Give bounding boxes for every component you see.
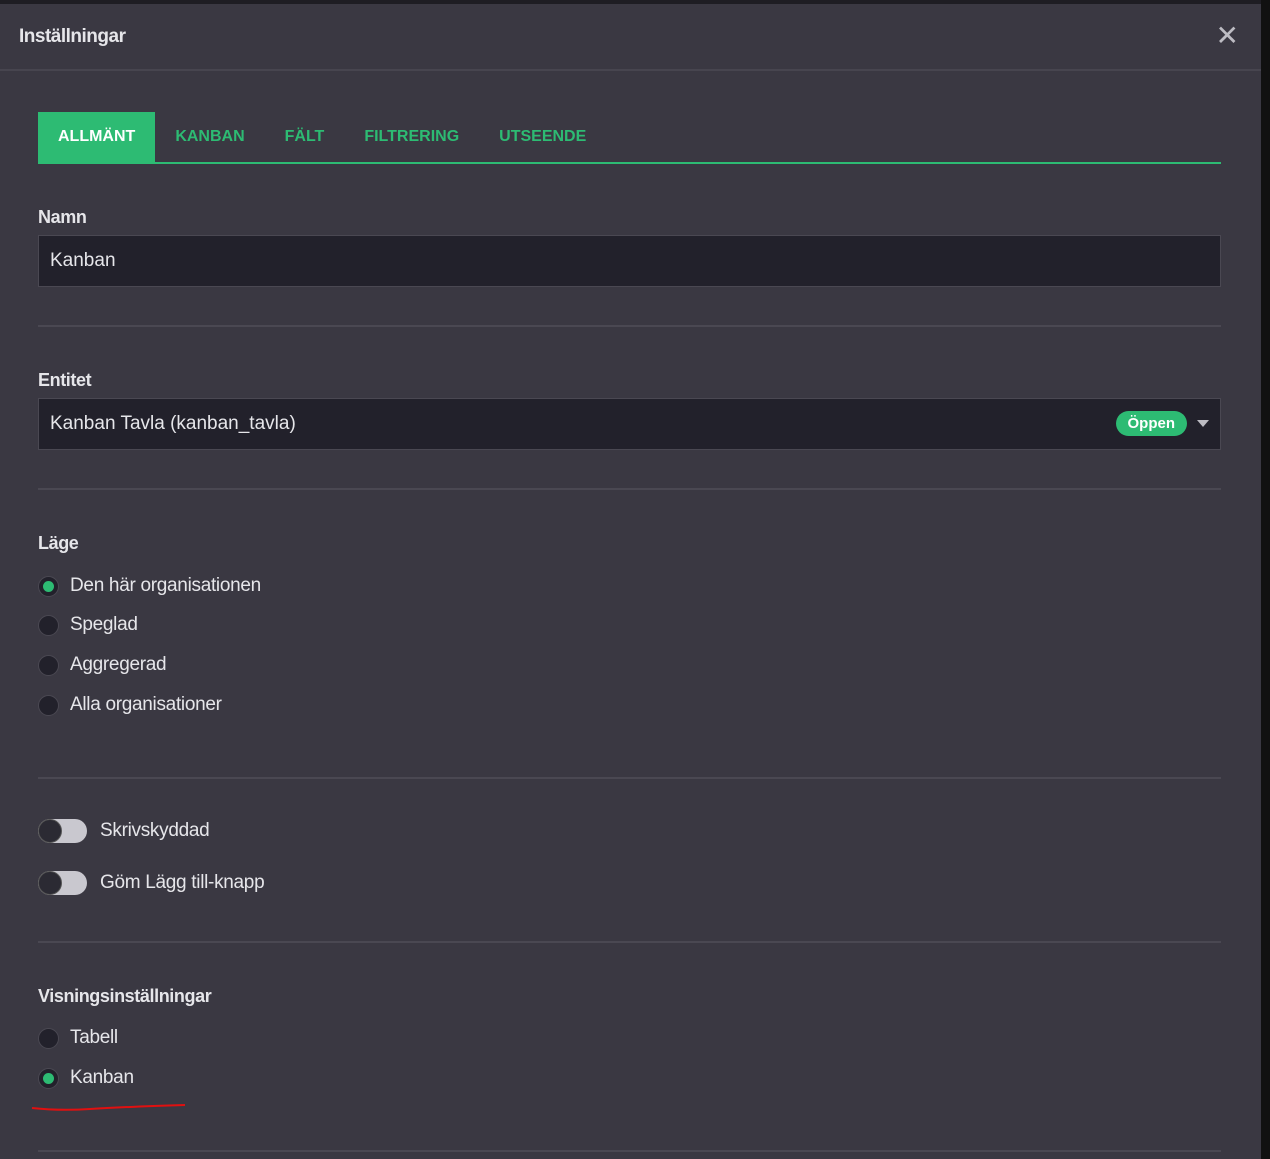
name-input[interactable]: Kanban xyxy=(38,235,1221,287)
dialog-title: Inställningar xyxy=(19,26,126,47)
display-settings-label: Visningsinställningar xyxy=(38,986,212,1006)
radio-tabell[interactable]: Tabell xyxy=(38,1027,118,1049)
dialog-header: Inställningar ✕ xyxy=(0,4,1261,71)
radio-label: Kanban xyxy=(70,1067,134,1088)
radio-label: Alla organisationer xyxy=(70,694,222,715)
radio-kanban[interactable]: Kanban xyxy=(38,1067,134,1089)
tab-utseende[interactable]: UTSEENDE xyxy=(479,112,606,162)
tab-allmant[interactable]: ALLMÄNT xyxy=(38,112,156,162)
entity-label: Entitet xyxy=(38,370,92,390)
divider xyxy=(38,777,1221,779)
window-edge xyxy=(1261,0,1270,1159)
status-badge: Öppen xyxy=(1115,411,1187,436)
divider xyxy=(38,325,1221,327)
radio-den-har-organisationen[interactable]: Den här organisationen xyxy=(38,575,261,597)
tab-bar: ALLMÄNT KANBAN FÄLT FILTRERING UTSEENDE xyxy=(38,112,1221,164)
entity-select[interactable]: Kanban Tavla (kanban_tavla) Öppen xyxy=(38,398,1221,450)
toggle-gom-lagg-till-knapp[interactable]: Göm Lägg till-knapp xyxy=(38,871,265,895)
radio-label: Aggregerad xyxy=(70,654,167,675)
toggle-switch[interactable] xyxy=(38,871,87,895)
radio-unchecked-icon xyxy=(38,1027,59,1049)
radio-checked-icon xyxy=(38,575,59,597)
name-label: Namn xyxy=(38,207,87,227)
radio-checked-icon xyxy=(38,1067,59,1089)
radio-unchecked-icon xyxy=(38,694,59,716)
divider xyxy=(38,1150,1221,1152)
close-icon[interactable]: ✕ xyxy=(1216,22,1239,50)
radio-aggregerad[interactable]: Aggregerad xyxy=(38,654,167,676)
radio-unchecked-icon xyxy=(38,614,59,636)
radio-unchecked-icon xyxy=(38,654,59,676)
radio-label: Speglad xyxy=(70,614,138,635)
toggle-skrivskyddad[interactable]: Skrivskyddad xyxy=(38,819,210,843)
radio-speglad[interactable]: Speglad xyxy=(38,614,138,636)
tab-filtrering[interactable]: FILTRERING xyxy=(344,112,479,162)
toggle-switch[interactable] xyxy=(38,819,87,843)
divider xyxy=(38,941,1221,943)
entity-value: Kanban Tavla (kanban_tavla) xyxy=(50,413,296,434)
mode-label: Läge xyxy=(38,533,79,553)
tab-kanban[interactable]: KANBAN xyxy=(155,112,264,162)
red-underline-annotation xyxy=(31,1104,186,1111)
radio-label: Tabell xyxy=(70,1027,118,1048)
chevron-down-icon[interactable] xyxy=(1197,420,1209,427)
toggle-label: Skrivskyddad xyxy=(100,820,210,841)
radio-label: Den här organisationen xyxy=(70,575,261,596)
divider xyxy=(38,488,1221,490)
radio-alla-organisationer[interactable]: Alla organisationer xyxy=(38,694,222,716)
tab-falt[interactable]: FÄLT xyxy=(265,112,345,162)
toggle-label: Göm Lägg till-knapp xyxy=(100,872,265,893)
settings-dialog: Inställningar ✕ ALLMÄNT KANBAN FÄLT FILT… xyxy=(0,4,1261,1159)
